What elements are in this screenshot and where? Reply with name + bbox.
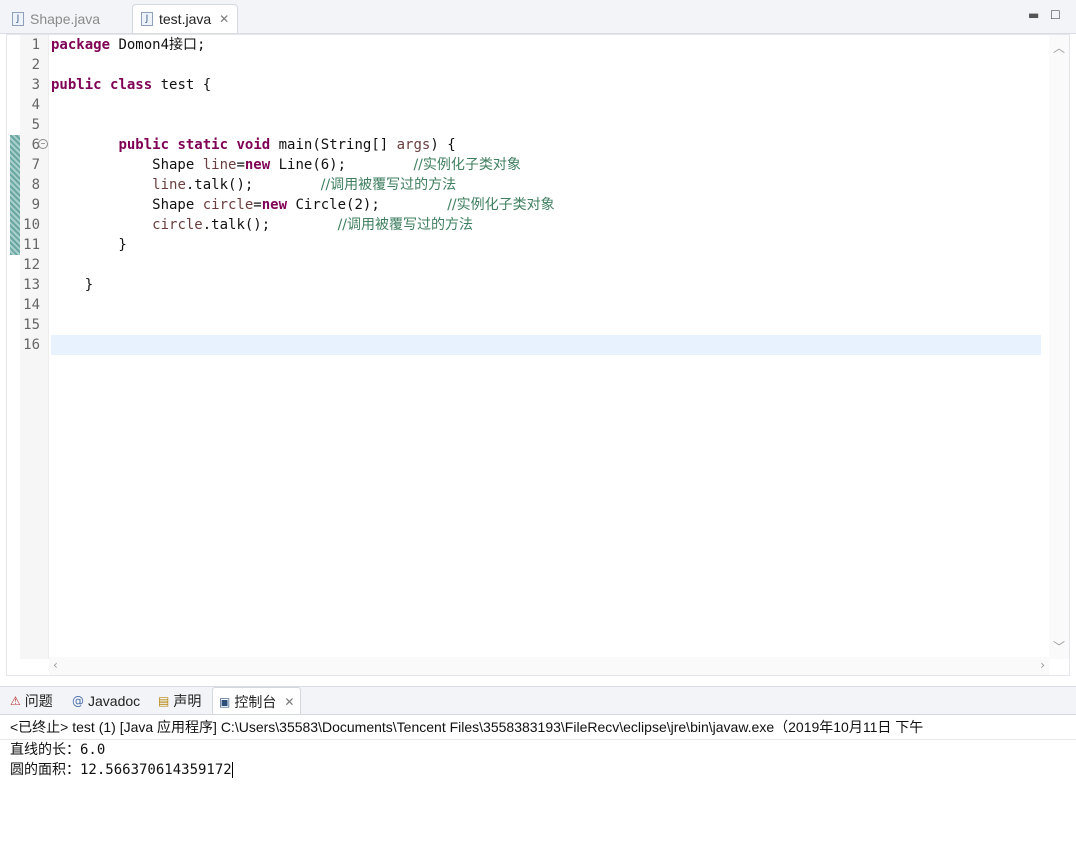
line-number: 16 [23,337,40,353]
tab-test-java[interactable]: J test.java ✕ [132,4,239,33]
tab-label: 问题 [24,693,53,709]
tab-problems[interactable]: ⚠ 问题 [4,687,59,715]
close-icon[interactable]: ✕ [284,695,294,709]
editor-tab-bar: J Shape.java J test.java ✕ ▬ ☐ [0,0,1076,34]
tab-label: Javadoc [88,693,141,709]
code-line-8: line.talk(); //调用被覆写过的方法 [152,177,457,193]
panel-tab-bar: ⚠ 问题 @ Javadoc ▤ 声明 ▣ 控制台 ✕ [0,686,1076,715]
vertical-scrollbar[interactable]: ︿ ﹀ [1049,35,1069,659]
problems-icon: ⚠ [10,694,21,708]
code-line-3: public class test { [51,77,212,93]
line-number: 8 [31,177,40,193]
line-number: 3 [31,77,40,93]
maximize-icon[interactable]: ☐ [1050,8,1061,22]
fold-collapse-icon[interactable]: − [38,139,48,149]
code-area[interactable]: package Domon4接口; public class test { pu… [51,35,1041,355]
code-line-9: Shape circle=new Circle(2); //实例化子类对象 [51,197,555,213]
minimize-icon[interactable]: ▬ [1028,8,1039,22]
close-icon[interactable]: ✕ [219,12,229,26]
code-line-13: } [51,277,94,293]
console-output-line: 直线的长：6.0 [10,742,106,758]
java-file-icon: J [12,11,24,26]
horizontal-scrollbar[interactable]: ‹ › [49,657,1049,675]
code-line-6: public static void main(String[] args) { [118,137,456,153]
line-number: 5 [31,117,40,133]
line-number: 14 [23,297,40,313]
tab-label: 声明 [173,693,202,709]
code-line-7: Shape line=new Line(6); //实例化子类对象 [51,157,521,173]
line-number: 2 [31,57,40,73]
line-number: 9 [31,197,40,213]
code-line-1: package Domon4接口; [51,37,206,53]
tab-label: test.java [159,11,212,27]
line-number: 10 [23,217,40,233]
text-caret [231,762,233,778]
code-editor[interactable]: 1 2 3 4 5 6 7 8 9 10 11 12 13 14 15 16 −… [6,34,1070,676]
code-line-11: } [51,237,127,253]
scroll-down-icon[interactable]: ﹀ [1053,638,1065,655]
tab-label: Shape.java [30,10,101,27]
at-sign-icon: @ [72,694,84,708]
line-number: 11 [23,237,40,253]
line-number: 7 [31,157,40,173]
scroll-right-icon[interactable]: › [1040,658,1045,672]
java-file-icon: J [141,12,153,26]
tab-declaration[interactable]: ▤ 声明 [152,687,207,715]
console-view[interactable]: <已终止> test (1) [Java 应用程序] C:\Users\3558… [0,714,1076,850]
code-line-10: circle.talk(); //调用被覆写过的方法 [152,217,474,233]
tab-javadoc[interactable]: @ Javadoc [66,687,146,715]
line-number: 4 [31,97,40,113]
scroll-up-icon[interactable]: ︿ [1053,39,1065,56]
scroll-left-icon[interactable]: ‹ [53,658,58,672]
console-output-line: 圆的面积：12.566370614359172 [10,762,233,778]
tab-shape-java[interactable]: J Shape.java [4,4,108,33]
line-number: 15 [23,317,40,333]
line-number: 12 [23,257,40,273]
change-marker-strip [10,135,20,255]
line-number-ruler: 1 2 3 4 5 6 7 8 9 10 11 12 13 14 15 16 [20,35,49,659]
code-line-16-current [51,335,1041,355]
console-process-label: <已终止> test (1) [Java 应用程序] C:\Users\3558… [0,715,1076,740]
console-icon: ▣ [219,694,231,709]
tab-label: 控制台 [234,693,277,710]
line-number: 1 [31,37,40,53]
tab-console[interactable]: ▣ 控制台 ✕ [212,687,302,715]
line-number: 13 [23,277,40,293]
declaration-icon: ▤ [158,694,170,708]
